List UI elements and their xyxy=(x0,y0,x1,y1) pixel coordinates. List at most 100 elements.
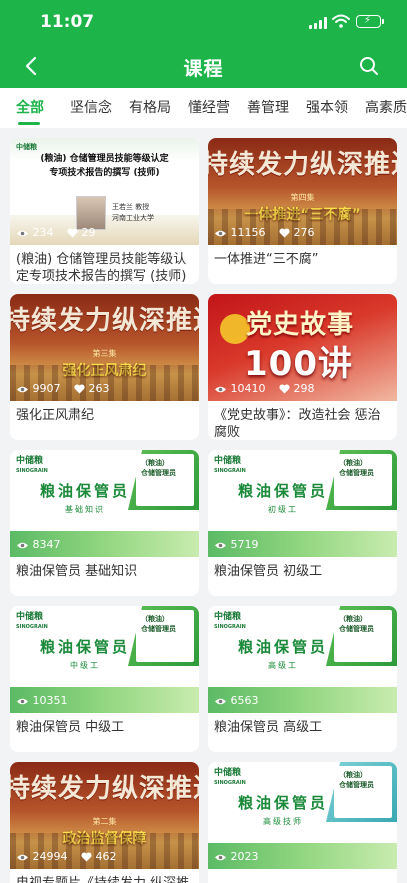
card-stats: 6563 xyxy=(214,694,259,710)
heart-icon xyxy=(279,384,290,394)
eye-icon xyxy=(17,386,28,393)
like-count: 462 xyxy=(95,850,117,863)
heart-icon xyxy=(81,852,92,862)
course-card[interactable]: 中储粮 SINOGRAIN （粮油） 仓储管理员 粮油保管员 初级工 5719 粮… xyxy=(208,450,397,596)
header: 11:07 ⚡ 课程 xyxy=(0,0,407,88)
card-stats: 11156 276 xyxy=(214,226,315,242)
course-thumbnail: 中储粮 SINOGRAIN （粮油） 仓储管理员 粮油保管员 中级工 10351 xyxy=(10,606,199,713)
view-count: 10410 xyxy=(230,382,266,395)
course-card[interactable]: 持续发力纵深推进 第四集 一体推进“三不腐” 11156 276 一体推进“三不… xyxy=(208,138,397,284)
tab-all[interactable]: 全部 xyxy=(16,97,44,117)
card-stats: 10410 298 xyxy=(214,382,315,398)
sinograin-logo: 中储粮 SINOGRAIN xyxy=(214,768,246,786)
card-stats: 5719 xyxy=(214,538,259,554)
battery-icon: ⚡ xyxy=(356,15,384,28)
search-icon[interactable] xyxy=(358,55,380,77)
eye-icon xyxy=(17,230,28,237)
sinograin-logo: 中储粮 SINOGRAIN xyxy=(214,612,246,630)
tab-dongjingying[interactable]: 懂经营 xyxy=(188,97,230,117)
course-card[interactable]: 中储粮 SINOGRAIN （粮油） 仓储管理员 粮油保管员 高级工 6563 粮… xyxy=(208,606,397,752)
eye-icon xyxy=(215,854,226,861)
lecturer-info: 王若兰 教授 河南工业大学 xyxy=(112,203,154,222)
eye-icon xyxy=(215,230,226,237)
tab-shanguanli[interactable]: 善管理 xyxy=(247,97,289,117)
card-stats: 2023 xyxy=(214,850,259,866)
view-count: 10351 xyxy=(32,694,68,707)
heart-icon xyxy=(279,228,290,238)
course-title: 粮油保管员 高级工 xyxy=(214,720,323,735)
eye-icon xyxy=(17,698,28,705)
course-title: 《党史故事》：改造社会 惩治腐败 xyxy=(214,408,381,440)
thumbnail-banner: 持续发力纵深推进 xyxy=(10,774,199,804)
thumbnail-box-label: （粮油） 仓储管理员 xyxy=(334,454,392,506)
page-title: 课程 xyxy=(183,58,224,80)
thumbnail-box-label: （粮油） 仓储管理员 xyxy=(334,766,392,818)
thumbnail-number: 100讲 xyxy=(244,344,353,384)
course-title: 粮油保管员 中级工 xyxy=(16,720,125,735)
eye-icon xyxy=(215,542,226,549)
view-count: 234 xyxy=(32,226,54,239)
view-count: 5719 xyxy=(230,538,259,551)
thumbnail-level: 中级工 xyxy=(70,661,100,670)
course-card[interactable]: 党史故事 100讲 10410 298 《党史故事》：改造社会 惩治腐败 xyxy=(208,294,397,440)
thumbnail-box-label: （粮油） 仓储管理员 xyxy=(334,610,392,662)
course-card[interactable]: 中储粮 (粮油) 仓储管理员技能等级认定 专项技术报告的撰写 (技师) 王若兰 … xyxy=(10,138,199,284)
card-stats: 234 29 xyxy=(16,226,96,242)
course-card[interactable]: 中储粮 SINOGRAIN （粮油） 仓储管理员 粮油保管员 基础知识 8347 … xyxy=(10,450,199,596)
thumbnail-level: 高级工 xyxy=(268,661,298,670)
category-tabs: 全部 坚信念 有格局 懂经营 善管理 强本领 高素质 xyxy=(0,88,407,128)
tab-gaosuzhi[interactable]: 高素质 xyxy=(365,97,407,117)
course-title: 强化正风肃纪 xyxy=(16,408,95,423)
thumbnail-episode: 第二集 xyxy=(92,817,117,826)
thumbnail-episode: 第四集 xyxy=(290,193,315,202)
course-thumbnail: 中储粮 SINOGRAIN （粮油） 仓储管理员 粮油保管员 初级工 5719 xyxy=(208,450,397,557)
card-stats: 8347 xyxy=(16,538,61,554)
view-count: 2023 xyxy=(230,850,259,863)
course-thumbnail: 中储粮 SINOGRAIN （粮油） 仓储管理员 粮油保管员 基础知识 8347 xyxy=(10,450,199,557)
course-thumbnail: 中储粮 SINOGRAIN （粮油） 仓储管理员 粮油保管员 高级技师 2023 xyxy=(208,762,397,869)
course-title: 粮油保管员 基础知识 xyxy=(16,564,138,579)
course-thumbnail: 党史故事 100讲 10410 298 xyxy=(208,294,397,401)
thumbnail-heading: 粮油保管员 xyxy=(238,482,329,500)
sinograin-logo: 中储粮 SINOGRAIN xyxy=(16,456,48,474)
course-title: (粮油) 仓储管理员技能等级认定专项技术报告的撰写 (技师) xyxy=(16,252,187,284)
course-thumbnail: 持续发力纵深推进 第二集 政治监督保障 24994 462 xyxy=(10,762,199,869)
status-time: 11:07 xyxy=(40,12,95,32)
tab-yougeju[interactable]: 有格局 xyxy=(129,97,171,117)
view-count: 6563 xyxy=(230,694,259,707)
thumbnail-box-label: （粮油） 仓储管理员 xyxy=(136,454,194,506)
thumbnail-level: 基础知识 xyxy=(65,505,105,514)
heart-icon xyxy=(67,228,78,238)
course-title: 一体推进“三不腐” xyxy=(214,252,319,267)
thumbnail-episode: 第三集 xyxy=(92,349,117,358)
wifi-icon xyxy=(332,14,350,28)
like-count: 263 xyxy=(88,382,110,395)
active-tab-indicator xyxy=(18,122,40,125)
view-count: 8347 xyxy=(32,538,61,551)
course-card[interactable]: 中储粮 SINOGRAIN （粮油） 仓储管理员 粮油保管员 中级工 10351 … xyxy=(10,606,199,752)
sinograin-logo: 中储粮 SINOGRAIN xyxy=(214,456,246,474)
course-thumbnail: 持续发力纵深推进 第四集 一体推进“三不腐” 11156 276 xyxy=(208,138,397,245)
card-stats: 10351 xyxy=(16,694,68,710)
view-count: 11156 xyxy=(230,226,266,239)
thumbnail-heading: 粮油保管员 xyxy=(40,638,131,656)
like-count: 276 xyxy=(293,226,315,239)
thumbnail-level: 高级技师 xyxy=(263,817,303,826)
sinograin-logo: 中储粮 xyxy=(16,143,37,151)
course-title: 电视专题片《持续发力 纵深推 xyxy=(16,875,194,883)
sinograin-logo: 中储粮 SINOGRAIN xyxy=(16,612,48,630)
tab-qiangbenling[interactable]: 强本领 xyxy=(306,97,348,117)
thumbnail-heading: 粮油保管员 xyxy=(238,638,329,656)
nav-bar: 课程 xyxy=(0,44,407,88)
course-card[interactable]: 持续发力纵深推进 第二集 政治监督保障 24994 462 电视专题片《持续发力… xyxy=(10,762,199,883)
course-card[interactable]: 持续发力纵深推进 第三集 强化正风肃纪 9907 263 强化正风肃纪 xyxy=(10,294,199,440)
tab-jianxinnian[interactable]: 坚信念 xyxy=(70,97,112,117)
thumbnail-banner: 持续发力纵深推进 xyxy=(208,150,397,180)
course-card[interactable]: 中储粮 SINOGRAIN （粮油） 仓储管理员 粮油保管员 高级技师 2023 xyxy=(208,762,397,883)
heart-icon xyxy=(74,384,85,394)
signal-icon xyxy=(309,17,327,29)
eye-icon xyxy=(17,542,28,549)
eye-icon xyxy=(215,698,226,705)
course-thumbnail: 中储粮 SINOGRAIN （粮油） 仓储管理员 粮油保管员 高级工 6563 xyxy=(208,606,397,713)
course-title: 粮油保管员 初级工 xyxy=(214,564,323,579)
